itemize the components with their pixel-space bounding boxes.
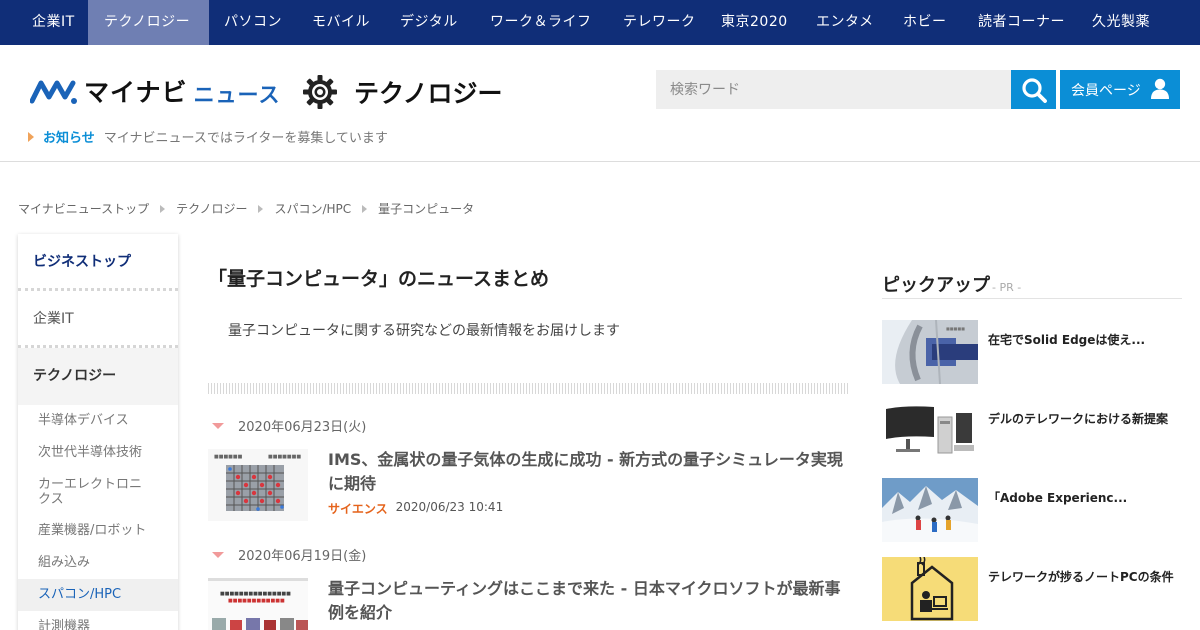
breadcrumb-arrow-icon — [258, 204, 264, 213]
nav-item-reader-corner[interactable]: 読者コーナー — [972, 0, 1092, 45]
date-label: 2020年06月19日(金) — [238, 549, 367, 564]
sidebar-item-business-top[interactable]: ビジネストップ — [18, 234, 178, 291]
notice-label: お知らせ — [43, 131, 95, 146]
page-title: 「量子コンピュータ」のニュースまとめ — [208, 268, 550, 290]
nav-item-mobile[interactable]: モバイル — [297, 0, 385, 45]
sidebar-subitem-next-gen-semiconductor[interactable]: 次世代半導体技術 — [18, 437, 178, 469]
lattice-diagram-image: ■■■■■■ ■■■■■■■ — [208, 449, 308, 521]
search-button[interactable] — [1011, 70, 1056, 109]
svg-text:■■■■■■■: ■■■■■■■ — [268, 454, 301, 460]
pickup-title: ピックアップ — [882, 275, 990, 296]
breadcrumb-current: 量子コンピュータ — [378, 202, 475, 216]
section-divider — [208, 383, 850, 394]
user-icon — [1151, 78, 1169, 99]
pickup-item-link[interactable]: 「Adobe Experienc... — [988, 490, 1182, 507]
article-title-link[interactable]: IMS、金属状の量子気体の生成に成功 - 新方式の量子シミュレータ実現に期待 — [328, 448, 848, 496]
triangle-down-icon — [212, 551, 224, 558]
pickup-item-link[interactable]: デルのテレワークにおける新提案 — [988, 411, 1182, 428]
breadcrumb-item[interactable]: マイナビニューストップ — [18, 200, 149, 217]
breadcrumb-arrow-icon — [362, 204, 368, 213]
breadcrumb-item[interactable]: スパコン/HPC — [274, 200, 351, 217]
search-input[interactable] — [656, 70, 1011, 109]
pickup-item-link[interactable]: 在宅でSolid Edgeは使え... — [988, 332, 1182, 349]
cad-part-image: ■■■■■ — [882, 320, 978, 384]
notice-bar: お知らせ マイナビニュースではライターを募集しています — [28, 127, 388, 146]
member-page-label: 会員ページ — [1071, 82, 1141, 99]
date-header: 2020年06月19日(金) — [212, 545, 366, 564]
sidebar-item-enterprise-it[interactable]: 企業IT — [18, 291, 178, 348]
article-time: 2020/06/23 10:41 — [395, 500, 504, 514]
nav-item-entertainment[interactable]: エンタメ — [810, 0, 897, 45]
top-nav: 企業IT テクノロジー パソコン モバイル デジタル ワーク＆ライフ テレワーク… — [0, 0, 1200, 45]
article-title-link[interactable]: 量子コンピューティングはここまで来た - 日本マイクロソフトが最新事例を紹介 — [328, 577, 848, 625]
pr-label: - PR - — [992, 281, 1022, 294]
page-description: 量子コンピュータに関する研究などの最新情報をお届けします — [228, 323, 620, 339]
search-icon — [1021, 77, 1047, 103]
pickup-divider — [882, 298, 1182, 299]
nav-item-hobby[interactable]: ホビー — [897, 0, 972, 45]
snow-mountain-image — [882, 478, 978, 542]
date-header: 2020年06月23日(火) — [212, 416, 366, 435]
svg-text:■■■■■■■■■■■■■■■: ■■■■■■■■■■■■■■■ — [220, 591, 291, 597]
pickup-item-link[interactable]: テレワークが捗るノートPCの条件 — [988, 569, 1182, 586]
nav-item-technology[interactable]: テクノロジー — [88, 0, 209, 45]
pickup-thumbnail[interactable] — [882, 399, 978, 463]
pickup-thumbnail[interactable]: ■■■■■ — [882, 320, 978, 384]
sidebar: ビジネストップ 企業IT テクノロジー 半導体デバイス 次世代半導体技術 カーエ… — [18, 234, 178, 630]
sidebar-subitem-supercomputer-hpc[interactable]: スパコン/HPC — [18, 579, 178, 611]
notice-link[interactable]: マイナビニュースではライターを募集しています — [104, 127, 388, 146]
breadcrumb: マイナビニューストップ テクノロジー スパコン/HPC 量子コンピュータ — [18, 200, 474, 217]
nav-item-tokyo2020[interactable]: 東京2020 — [715, 0, 810, 45]
home-workstation-image — [882, 557, 978, 621]
logo-text: マイナビ — [84, 78, 188, 107]
triangle-down-icon — [212, 422, 224, 429]
date-label: 2020年06月23日(火) — [238, 420, 367, 435]
member-page-button[interactable]: 会員ページ — [1060, 70, 1180, 109]
gear-icon — [303, 75, 337, 109]
pickup-thumbnail[interactable] — [882, 478, 978, 542]
section-logo[interactable]: テクノロジー — [302, 74, 503, 110]
monitor-desk-image — [882, 399, 978, 463]
article-thumbnail[interactable]: ■■■■■■■■■■■■■■■ ■■■■■■■■■■■■ — [208, 578, 308, 630]
sidebar-subitem-embedded[interactable]: 組み込み — [18, 547, 178, 579]
presentation-slide-image: ■■■■■■■■■■■■■■■ ■■■■■■■■■■■■ — [208, 578, 308, 630]
mynavi-mark-icon — [30, 80, 77, 104]
pickup-heading: ピックアップ - PR - — [882, 271, 1021, 297]
sidebar-subitem-measurement[interactable]: 計測機器 — [18, 611, 178, 630]
sidebar-subitem-industrial-robot[interactable]: 産業機器/ロボット — [18, 515, 178, 547]
triangle-right-icon — [28, 131, 34, 142]
article-category[interactable]: サイエンス — [328, 500, 388, 517]
sidebar-subitem-semiconductor[interactable]: 半導体デバイス — [18, 405, 178, 437]
svg-text:■■■■■■■■■■■■: ■■■■■■■■■■■■ — [228, 598, 285, 604]
article-thumbnail[interactable]: ■■■■■■ ■■■■■■■ — [208, 449, 308, 521]
nav-item-work-life[interactable]: ワーク＆ライフ — [475, 0, 611, 45]
nav-item-hisamitsu[interactable]: 久光製薬 — [1092, 0, 1167, 45]
svg-text:■■■■■■: ■■■■■■ — [214, 454, 243, 460]
breadcrumb-arrow-icon — [160, 204, 166, 213]
pickup-thumbnail[interactable] — [882, 557, 978, 621]
nav-item-telework[interactable]: テレワーク — [611, 0, 715, 45]
breadcrumb-item[interactable]: テクノロジー — [176, 200, 247, 217]
sidebar-subitem-car-electronics[interactable]: カーエレクトロニクス — [18, 469, 178, 515]
nav-item-pc[interactable]: パソコン — [209, 0, 297, 45]
sidebar-item-technology[interactable]: テクノロジー — [18, 348, 178, 405]
header-divider — [0, 161, 1200, 162]
nav-item-digital[interactable]: デジタル — [385, 0, 475, 45]
article-meta: サイエンス 2020/06/23 10:41 — [328, 500, 503, 517]
svg-text:■■■■■: ■■■■■ — [946, 326, 965, 331]
site-logo[interactable]: マイナビ ニュース — [30, 74, 280, 108]
logo-suffix: ニュース — [193, 83, 281, 107]
nav-item-enterprise-it[interactable]: 企業IT — [0, 0, 88, 45]
section-title: テクノロジー — [354, 79, 503, 108]
